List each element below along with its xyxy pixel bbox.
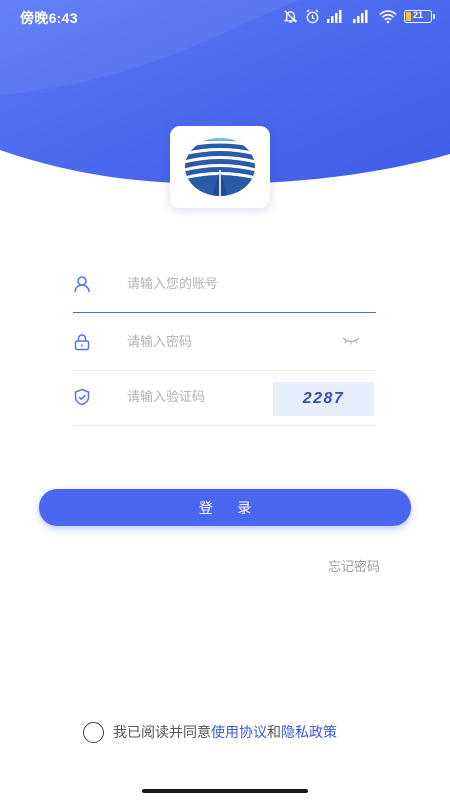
- account-field: [73, 255, 376, 313]
- cellular-signal-2-icon: [353, 10, 368, 23]
- status-time: 傍晚6:43: [20, 10, 78, 26]
- agreement-row: 我已阅读并同意 使用协议 和 隐私政策: [83, 721, 337, 743]
- agree-checkbox[interactable]: [83, 721, 104, 743]
- battery-icon: 21: [404, 10, 435, 23]
- captcha-field: 2287: [73, 368, 376, 426]
- lock-icon: [74, 334, 90, 351]
- alarm-icon: [306, 9, 319, 24]
- app-logo: [170, 126, 270, 208]
- user-icon: [74, 276, 90, 293]
- cellular-signal-icon: [327, 10, 342, 23]
- agreement-conjunction: 和: [267, 725, 281, 741]
- app-logo-icon: [185, 138, 255, 196]
- account-input[interactable]: [127, 274, 327, 294]
- captcha-image[interactable]: 2287: [273, 382, 374, 416]
- shield-check-icon: [74, 388, 90, 406]
- login-button[interactable]: 登 录: [39, 489, 411, 526]
- terms-of-use-link[interactable]: 使用协议: [211, 722, 267, 742]
- notifications-off-icon: [283, 10, 298, 23]
- battery-cap: [433, 14, 435, 19]
- privacy-policy-link[interactable]: 隐私政策: [281, 722, 337, 742]
- forgot-password-link[interactable]: 忘记密码: [328, 556, 380, 575]
- status-icons: 21: [283, 9, 435, 24]
- agreement-prefix: 我已阅读并同意: [113, 725, 211, 741]
- eye-closed-icon[interactable]: [342, 337, 360, 345]
- status-bar: 傍晚6:43 21: [0, 0, 450, 34]
- wifi-icon: [379, 10, 397, 23]
- battery-percent: 21: [412, 10, 423, 20]
- home-indicator[interactable]: [142, 789, 308, 793]
- password-input[interactable]: [127, 332, 327, 352]
- password-field: [73, 313, 376, 371]
